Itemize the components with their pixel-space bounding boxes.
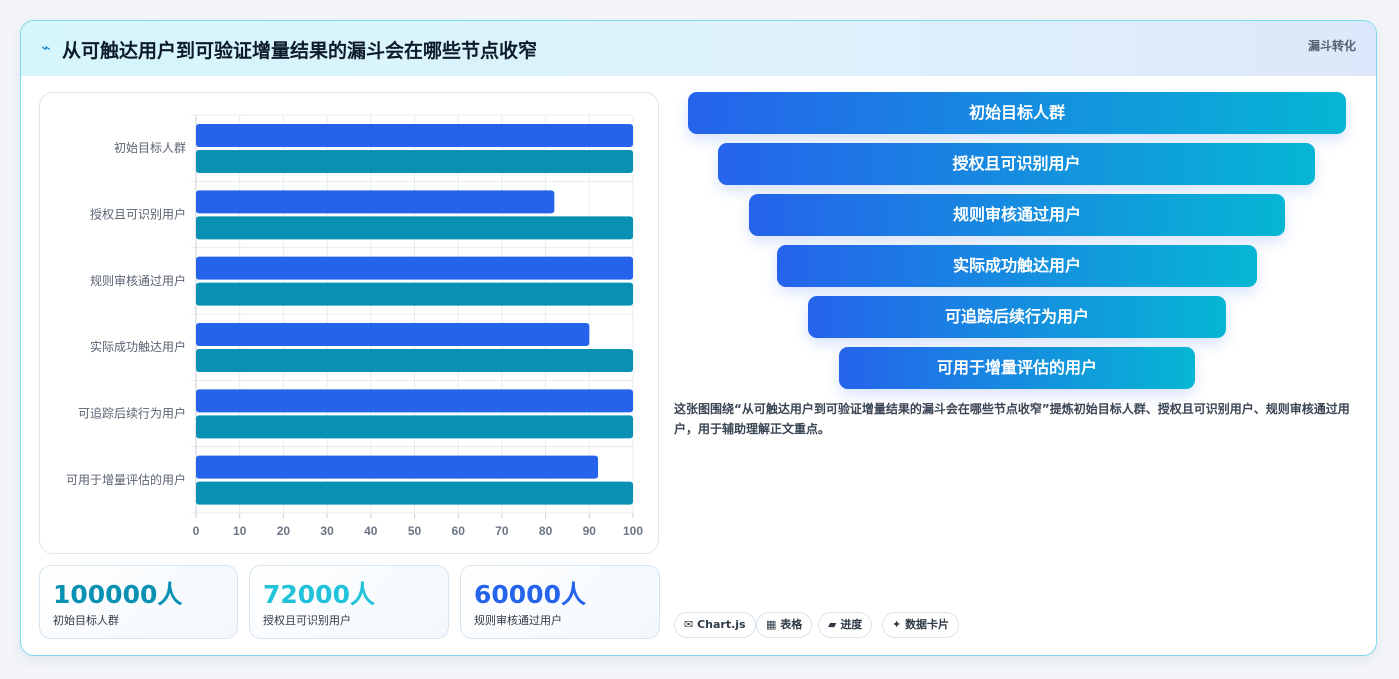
- x-tick-label: 30: [320, 524, 334, 538]
- stat-card-1: 100000人 初始目标人群: [39, 565, 238, 639]
- chip-progress[interactable]: ▰ 进度: [818, 612, 873, 638]
- category-badge: 漏斗转化: [1307, 39, 1356, 53]
- x-tick-label: 50: [408, 524, 422, 538]
- table-icon: ▦: [766, 618, 777, 631]
- bar: [196, 415, 633, 439]
- bar: [196, 124, 633, 147]
- stat-value: 72000人: [263, 580, 375, 609]
- funnel-step-2: 授权且可识别用户: [718, 143, 1315, 185]
- y-tick-label: 规则审核通过用户: [90, 273, 186, 288]
- bar: [196, 190, 555, 214]
- x-tick-label: 100: [623, 524, 643, 538]
- stat-label: 授权且可识别用户: [263, 614, 351, 627]
- stat-card-2: 72000人 授权且可识别用户: [249, 565, 449, 639]
- stat-label: 初始目标人群: [53, 614, 119, 627]
- y-tick-label: 授权且可识别用户: [90, 207, 186, 222]
- chip-label: 表格: [780, 618, 803, 631]
- funnel-card: ⌁ 从可触达用户到可验证增量结果的漏斗会在哪些节点收窄 漏斗转化 0 10 20 30…: [20, 20, 1377, 656]
- chip-table[interactable]: ▦ 表格: [756, 612, 813, 638]
- y-tick-label: 初始目标人群: [114, 141, 186, 155]
- x-tick-label: 0: [193, 524, 200, 538]
- bar-chart: 0 10 20 30 40 50 60 70 80 90 100 初始目标人群授权且可识别用户规则审核…: [66, 114, 643, 538]
- x-tick-label: 80: [539, 524, 553, 538]
- funnel-step-6: 可用于增量评估的用户: [839, 347, 1195, 389]
- chart-description: 这张图围绕“从可触达用户到可验证增量结果的漏斗会在哪些节点收窄”提炼初始目标人群…: [674, 402, 1350, 436]
- sparkle-icon: ✦: [892, 618, 902, 631]
- y-tick-label: 可用于增量评估的用户: [66, 472, 186, 487]
- chip-chartjs[interactable]: ✉ Chart.js: [674, 612, 756, 638]
- x-tick-label: 40: [364, 524, 378, 538]
- stat-label: 规则审核通过用户: [474, 614, 562, 627]
- bar: [196, 323, 590, 346]
- bar: [196, 481, 633, 505]
- funnel-step-4: 实际成功触达用户: [777, 245, 1257, 287]
- bar: [196, 282, 633, 306]
- chip-label: 进度: [840, 618, 863, 631]
- bar: [196, 455, 599, 479]
- stat-value: 100000人: [53, 580, 183, 609]
- x-tick-label: 20: [277, 524, 291, 538]
- y-tick-label: 可追踪后续行为用户: [78, 406, 186, 421]
- funnel-step-3: 规则审核通过用户: [749, 194, 1285, 236]
- bar: [196, 150, 633, 173]
- chip-label: Chart.js: [697, 618, 746, 631]
- chip-label: 数据卡片: [905, 618, 950, 631]
- lightning-icon: ⌁: [41, 38, 51, 57]
- stat-card-3: 60000人 规则审核通过用户: [460, 565, 660, 639]
- funnel-step-5: 可追踪后续行为用户: [808, 296, 1226, 338]
- x-tick-label: 70: [495, 524, 509, 538]
- card-header: ⌁ 从可触达用户到可验证增量结果的漏斗会在哪些节点收窄 漏斗转化: [21, 21, 1376, 76]
- x-tick-label: 90: [583, 524, 597, 538]
- bar: [196, 349, 633, 372]
- page-title: 从可触达用户到可验证增量结果的漏斗会在哪些节点收窄: [62, 40, 538, 62]
- stat-value: 60000人: [474, 580, 586, 609]
- bar-chart-panel: 0 10 20 30 40 50 60 70 80 90 100 初始目标人群授权且可识别用户 规则审核…: [39, 92, 659, 554]
- funnel-step-1: 初始目标人群: [688, 92, 1346, 134]
- bar: [196, 256, 633, 280]
- chip-data-card[interactable]: ✦ 数据卡片: [882, 612, 960, 638]
- bar: [196, 389, 633, 413]
- y-tick-label: 实际成功触达用户: [90, 339, 186, 354]
- x-tick-label: 10: [233, 524, 247, 538]
- bar: [196, 216, 633, 240]
- progress-icon: ▰: [828, 618, 837, 631]
- envelope-icon: ✉: [684, 618, 694, 631]
- x-tick-label: 60: [452, 524, 466, 538]
